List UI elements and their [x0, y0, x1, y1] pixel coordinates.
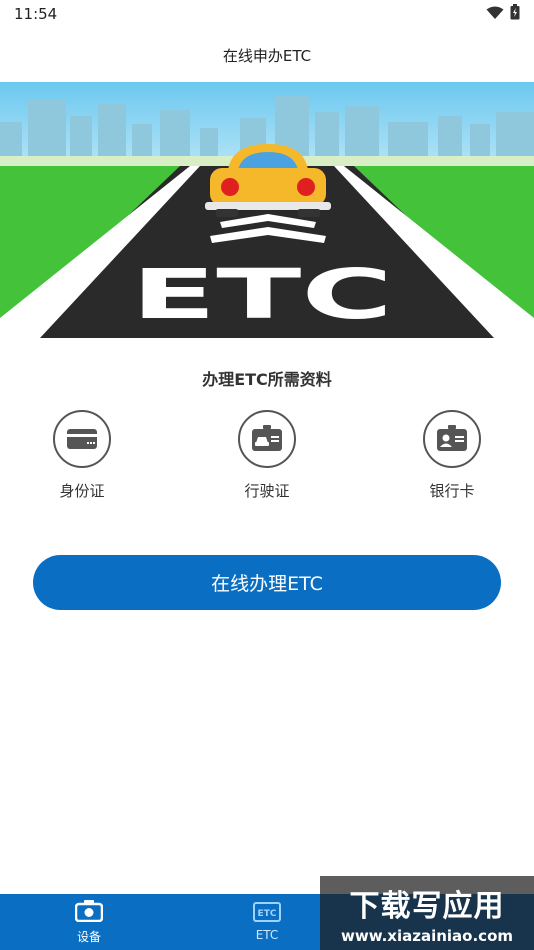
required-docs-list: 身份证 行驶证 银行卡	[0, 410, 534, 510]
doc-label: 身份证	[59, 482, 105, 500]
doc-vehicle-license[interactable]: 行驶证	[207, 410, 327, 501]
wifi-icon	[486, 5, 504, 24]
watermark-url: www.xiazainiao.com	[340, 927, 514, 945]
doc-bank-card[interactable]: 银行卡	[392, 410, 512, 501]
nav-label: ETC	[255, 928, 279, 942]
page-title: 在线申办ETC	[222, 46, 312, 65]
doc-id-card[interactable]: 身份证	[22, 410, 142, 501]
nav-label: 设备	[76, 929, 101, 944]
svg-text:ETC: ETC	[258, 909, 277, 919]
apply-etc-button[interactable]: 在线办理ETC	[33, 555, 501, 610]
battery-icon	[510, 4, 520, 24]
road-etc-text: ETC	[131, 254, 393, 334]
id-card-icon	[53, 410, 111, 468]
road-illustration: ETC	[0, 82, 534, 338]
status-time: 11:54	[14, 5, 58, 23]
required-docs-title: 办理ETC所需资料	[202, 370, 332, 389]
status-icons	[486, 4, 520, 24]
doc-label: 银行卡	[429, 482, 475, 500]
watermark-title: 下载写应用	[349, 889, 505, 924]
nav-item-device[interactable]: 设备	[0, 894, 178, 950]
watermark: 下载写应用 www.xiazainiao.com	[320, 876, 534, 950]
device-icon	[74, 899, 104, 926]
page-header: 在线申办ETC	[0, 28, 534, 82]
etc-banner: ETC	[0, 82, 534, 338]
vehicle-license-icon	[238, 410, 296, 468]
bank-card-icon	[423, 410, 481, 468]
etc-icon: ETC	[253, 902, 281, 926]
status-bar: 11:54	[0, 0, 534, 28]
doc-label: 行驶证	[244, 482, 290, 500]
